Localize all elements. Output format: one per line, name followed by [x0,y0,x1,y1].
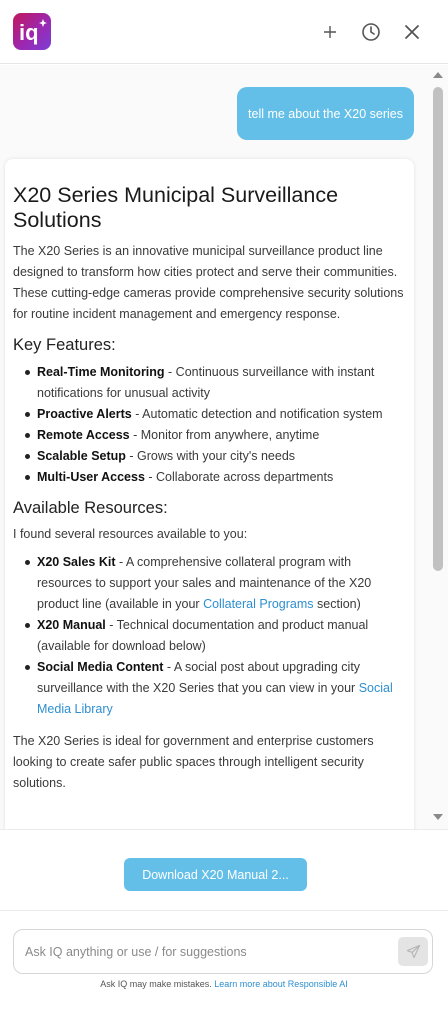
feature-item: Proactive Alerts - Automatic detection a… [25,404,406,425]
plus-icon [324,26,336,38]
composer: Ask IQ may make mistakes. Learn more abo… [0,910,448,1012]
ask-iq-panel: iq tell me about the X20 series X20 Seri… [0,0,448,1012]
send-icon [406,944,420,959]
feature-item: Scalable Setup - Grows with your city's … [25,446,406,467]
resources-heading: Available Resources: [13,499,168,517]
disclaimer: Ask IQ may make mistakes. Learn more abo… [100,979,348,989]
panel-header: iq [0,0,448,64]
answer-intro: The X20 Series is an innovative municipa… [13,244,404,321]
close-button[interactable] [398,18,426,46]
resource-item: X20 Sales Kit - A comprehensive collater… [25,552,406,615]
download-area: Download X20 Manual 2... [0,829,448,910]
resource-item: X20 Manual - Technical documentation and… [25,615,406,657]
new-chat-button[interactable] [316,18,344,46]
feature-item: Remote Access - Monitor from anywhere, a… [25,425,406,446]
responsible-ai-link[interactable]: Learn more about Responsible AI [214,979,348,989]
features-list: Real-Time Monitoring - Continuous survei… [13,362,406,488]
resource-item: Social Media Content - A social post abo… [25,657,406,720]
logo-text: iq [19,20,39,45]
history-button[interactable] [357,18,385,46]
prompt-box [13,929,433,974]
feature-item: Multi-User Access - Collaborate across d… [25,467,406,488]
features-heading: Key Features: [13,336,116,354]
user-message: tell me about the X20 series [237,87,414,140]
iq-logo: iq [13,13,51,50]
collateral-programs-link[interactable]: Collateral Programs [203,597,313,611]
scrollbar-thumb[interactable] [433,87,443,571]
scroll-up-arrow-icon[interactable] [432,71,444,79]
close-icon [405,25,419,39]
download-manual-button[interactable]: Download X20 Manual 2... [124,858,307,891]
assistant-answer: X20 Series Municipal Surveillance Soluti… [5,159,414,829]
prompt-input[interactable] [25,942,385,962]
send-button[interactable] [398,937,428,966]
resources-list: X20 Sales Kit - A comprehensive collater… [13,552,406,720]
feature-item: Real-Time Monitoring - Continuous survei… [25,362,406,404]
answer-title: X20 Series Municipal Surveillance Soluti… [13,183,339,232]
answer-closing: The X20 Series is ideal for government a… [13,734,374,790]
resources-intro: I found several resources available to y… [13,527,248,541]
conversation-area[interactable]: tell me about the X20 series X20 Series … [0,65,448,829]
scroll-down-arrow-icon[interactable] [432,813,444,821]
history-icon [362,23,380,41]
